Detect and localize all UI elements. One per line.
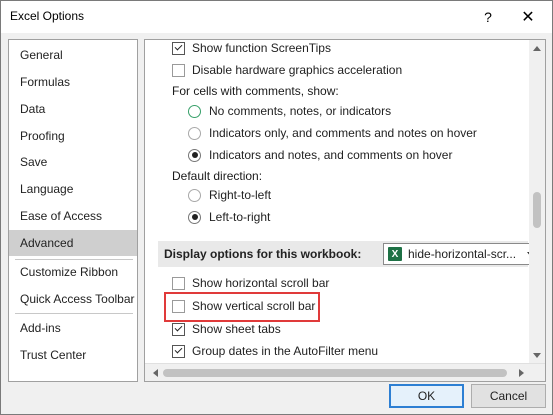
sidebar-item-proofing[interactable]: Proofing xyxy=(9,123,137,149)
dialog-title: Excel Options xyxy=(10,9,85,23)
chevron-up-icon xyxy=(533,45,541,51)
direction-heading: Default direction: xyxy=(172,169,263,183)
sidebar-item-formulas[interactable]: Formulas xyxy=(9,69,137,95)
sidebar-item-advanced[interactable]: Advanced xyxy=(9,230,137,256)
direction-rtl-radio[interactable] xyxy=(188,188,201,202)
workbook-dropdown[interactable]: X hide-horizontal-scr... xyxy=(383,243,541,265)
workbook-dropdown-value: hide-horizontal-scr... xyxy=(408,247,517,261)
sidebar-item-add-ins[interactable]: Add-ins xyxy=(9,315,137,341)
title-bar: Excel Options ? ✕ xyxy=(1,1,552,33)
show-screentips-checkbox[interactable] xyxy=(172,41,185,55)
scroll-left-button[interactable] xyxy=(147,365,163,381)
comments-option-indicators[interactable]: Indicators only, and comments and notes … xyxy=(188,123,477,143)
comments-indicators-label: Indicators only, and comments and notes … xyxy=(209,126,477,140)
group-dates-label: Group dates in the AutoFilter menu xyxy=(192,344,379,358)
chevron-left-icon xyxy=(152,369,158,377)
show-screentips-label: Show function ScreenTips xyxy=(192,41,331,55)
vertical-scrollbar[interactable] xyxy=(529,40,545,363)
sidebar-divider xyxy=(15,313,133,314)
show-sheet-tabs-checkbox[interactable] xyxy=(172,322,185,336)
comments-option-indicators-notes[interactable]: Indicators and notes, and comments on ho… xyxy=(188,145,452,165)
excel-workbook-icon: X xyxy=(388,247,402,261)
group-dates-checkbox[interactable] xyxy=(172,344,185,358)
advanced-options-panel: Show function ScreenTips Disable hardwar… xyxy=(144,39,546,382)
checkmark-icon xyxy=(174,323,183,332)
cancel-button[interactable]: Cancel xyxy=(471,384,546,408)
comments-indicators-radio[interactable] xyxy=(188,126,201,140)
show-hscroll-label: Show horizontal scroll bar xyxy=(192,276,330,290)
sidebar-item-data[interactable]: Data xyxy=(9,96,137,122)
close-icon: ✕ xyxy=(521,9,535,26)
disable-hw-accel-label: Disable hardware graphics acceleration xyxy=(192,63,403,77)
sidebar-item-quick-access-toolbar[interactable]: Quick Access Toolbar xyxy=(9,286,137,312)
comments-indicators-notes-label: Indicators and notes, and comments on ho… xyxy=(209,148,453,162)
disable-hw-accel-checkbox[interactable] xyxy=(172,63,185,77)
checkmark-icon xyxy=(174,345,183,354)
direction-ltr-radio[interactable] xyxy=(188,210,201,224)
highlight-box xyxy=(164,292,320,322)
workbook-display-section: Display options for this workbook: X hid… xyxy=(158,241,541,267)
checkmark-icon xyxy=(174,42,183,51)
chevron-down-icon xyxy=(533,352,541,358)
scroll-right-button[interactable] xyxy=(513,365,529,381)
workbook-section-title: Display options for this workbook: xyxy=(164,247,362,261)
scroll-down-button[interactable] xyxy=(529,347,545,363)
show-hscroll-option[interactable]: Show horizontal scroll bar xyxy=(172,273,329,293)
options-sidebar: General Formulas Data Proofing Save Lang… xyxy=(8,39,138,382)
comments-none-label: No comments, notes, or indicators xyxy=(209,104,392,118)
sidebar-item-trust-center[interactable]: Trust Center xyxy=(9,342,137,368)
radio-selected-dot xyxy=(191,152,198,158)
horizontal-scrollbar[interactable] xyxy=(145,363,545,381)
show-screentips-option[interactable]: Show function ScreenTips xyxy=(172,40,331,58)
direction-rtl-label: Right-to-left xyxy=(209,188,272,202)
disable-hw-accel-option[interactable]: Disable hardware graphics acceleration xyxy=(172,60,402,80)
sidebar-item-customize-ribbon[interactable]: Customize Ribbon xyxy=(9,259,137,285)
comments-heading: For cells with comments, show: xyxy=(172,84,339,98)
direction-option-ltr[interactable]: Left-to-right xyxy=(188,207,270,227)
direction-ltr-label: Left-to-right xyxy=(209,210,271,224)
sidebar-item-ease-of-access[interactable]: Ease of Access xyxy=(9,203,137,229)
chevron-right-icon xyxy=(518,369,524,377)
comments-none-radio[interactable] xyxy=(188,104,201,118)
excel-options-dialog: Excel Options ? ✕ General Formulas Data … xyxy=(0,0,553,415)
radio-selected-dot xyxy=(191,214,198,220)
show-hscroll-checkbox[interactable] xyxy=(172,276,185,290)
horizontal-scroll-thumb[interactable] xyxy=(163,369,507,377)
comments-option-none[interactable]: No comments, notes, or indicators xyxy=(188,101,391,121)
help-button[interactable]: ? xyxy=(475,4,501,30)
sidebar-item-general[interactable]: General xyxy=(9,42,137,68)
close-button[interactable]: ✕ xyxy=(515,4,541,30)
sidebar-item-save[interactable]: Save xyxy=(9,149,137,175)
vertical-scroll-thumb[interactable] xyxy=(533,192,541,228)
ok-button[interactable]: OK xyxy=(389,384,464,408)
direction-option-rtl[interactable]: Right-to-left xyxy=(188,185,271,205)
comments-indicators-notes-radio[interactable] xyxy=(188,148,201,162)
scroll-up-button[interactable] xyxy=(529,40,545,56)
show-sheet-tabs-option[interactable]: Show sheet tabs xyxy=(172,319,281,339)
group-dates-option[interactable]: Group dates in the AutoFilter menu xyxy=(172,341,378,361)
sidebar-item-language[interactable]: Language xyxy=(9,176,137,202)
help-icon: ? xyxy=(484,9,492,25)
show-sheet-tabs-label: Show sheet tabs xyxy=(192,322,281,336)
